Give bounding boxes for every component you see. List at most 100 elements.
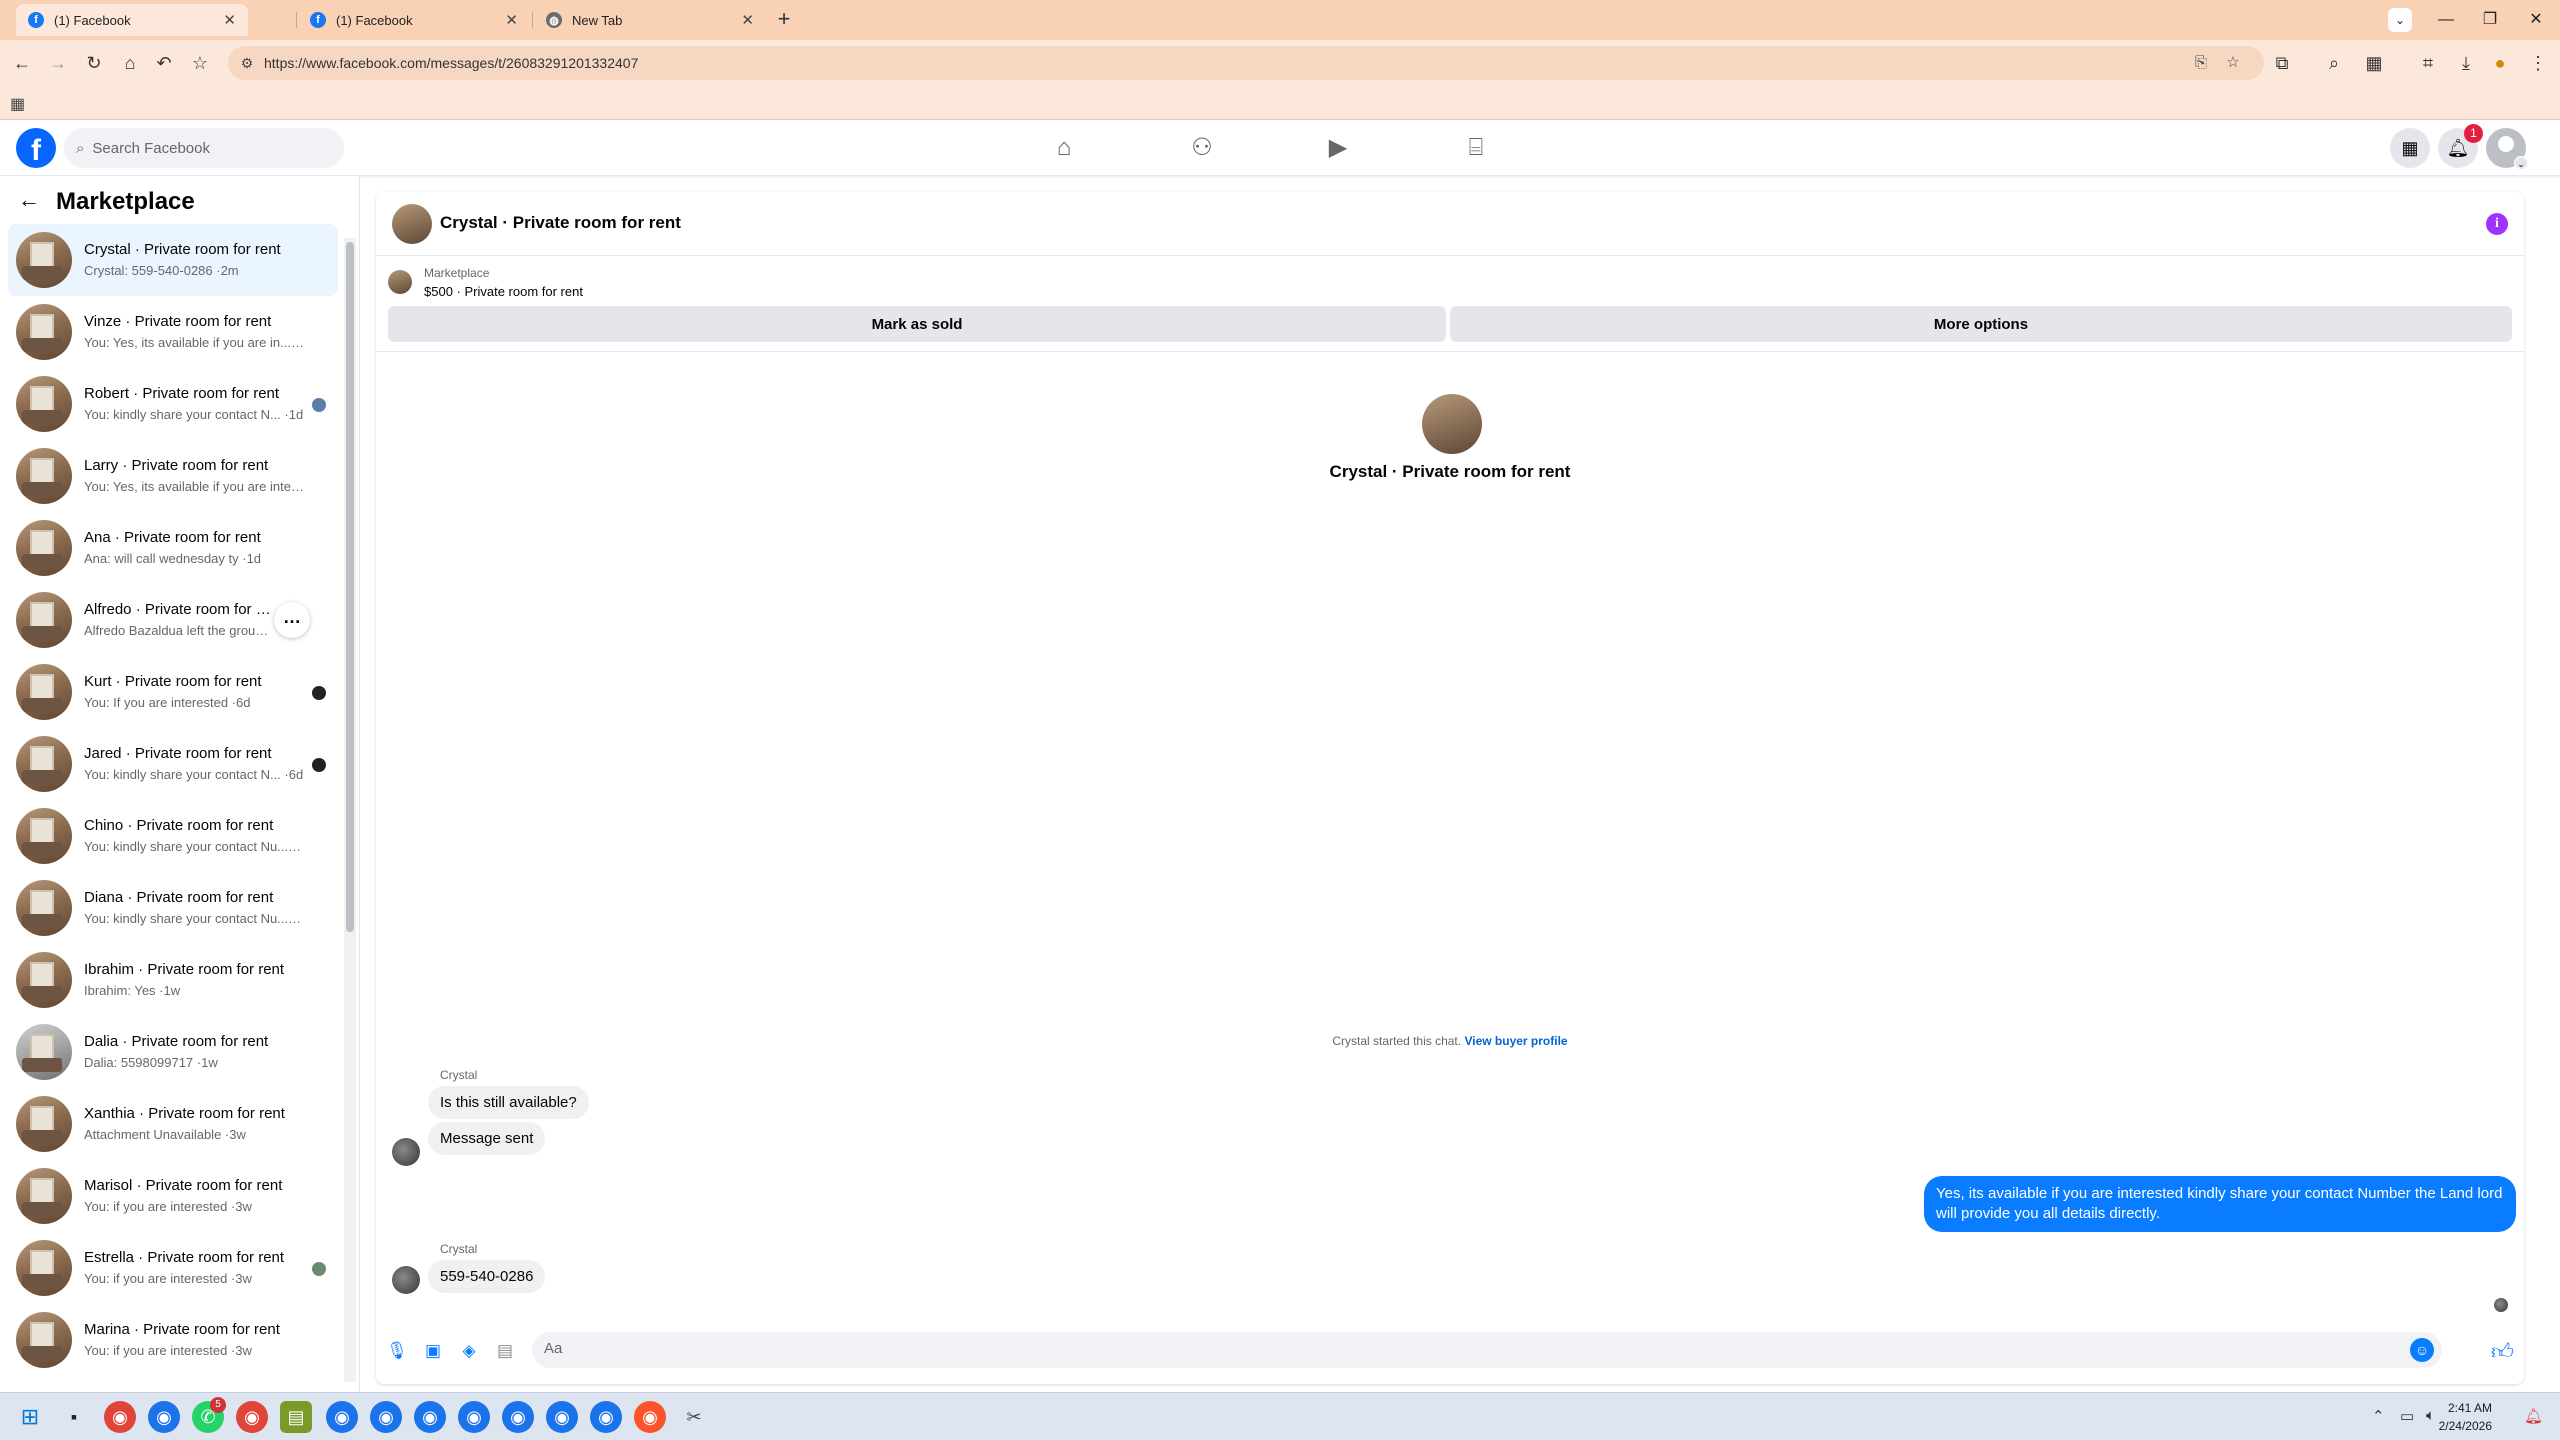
facebook-logo-icon[interactable]: f [16,128,56,168]
home-nav-icon[interactable]: ⌂ [1044,128,1084,168]
conversation-item[interactable]: Larry · Private room for rent You: Yes, i… [8,440,338,512]
more-options-icon[interactable]: … [274,602,310,638]
conversation-item[interactable]: Xanthia · Private room for rent Attachmen… [8,1088,338,1160]
site-info-icon[interactable]: ⚙ [236,52,258,74]
bookmark-star-icon[interactable]: ☆ [2222,52,2244,74]
zoom-icon[interactable]: ⌕ [2320,49,2348,77]
snipping-tool-icon[interactable]: ✂ [678,1401,710,1433]
forward-icon[interactable]: → [44,49,72,77]
gif-icon[interactable]: ▤ [492,1338,518,1364]
video-nav-icon[interactable]: ▶ [1318,128,1358,168]
message-input[interactable] [544,1340,2394,1357]
home-icon[interactable]: ⌂ [116,49,144,77]
incoming-message[interactable]: Message sent [428,1122,546,1155]
conversation-item[interactable]: Alfredo · Private room for rent Alfredo B… [8,584,338,656]
close-window-icon[interactable]: ✕ [2522,6,2550,34]
browser-tab-new-tab[interactable]: ◍ New Tab ✕ [534,4,766,36]
browser-tab-facebook-2[interactable]: f (1) Facebook ✕ [298,4,530,36]
chevron-down-icon[interactable]: ⌄ [2514,156,2528,170]
back-arrow-icon[interactable]: ← [18,189,40,211]
minimize-icon[interactable]: — [2432,6,2460,34]
volume-icon[interactable]: 🔈︎ [2426,1407,2435,1424]
emoji-icon[interactable]: ☺ [2410,1338,2434,1362]
apps-grid-icon[interactable]: ▦ [10,94,25,114]
view-buyer-profile-link[interactable]: View buyer profile [1464,1034,1567,1048]
conversation-item[interactable]: Diana · Private room for rent You: kindly… [8,872,338,944]
incoming-message[interactable]: 559-540-0286 [428,1260,546,1293]
sender-avatar[interactable] [392,1266,420,1294]
search-input[interactable] [92,139,313,157]
undo-icon[interactable]: ↶ [150,49,178,77]
network-icon[interactable]: ▭ [2400,1407,2414,1425]
chrome-icon[interactable]: ◉ [326,1401,358,1433]
photo-icon[interactable]: ▣ [420,1338,446,1364]
back-icon[interactable]: ← [8,49,36,77]
restore-icon[interactable]: ❐ [2476,6,2504,34]
info-icon[interactable]: i [2486,213,2508,235]
download-icon[interactable]: ⤓ [2452,49,2480,77]
thumbs-up-icon[interactable]: 👍︎ [2491,1338,2514,1365]
chrome-icon[interactable]: ◉ [370,1401,402,1433]
more-options-button[interactable]: More options [1450,306,2512,342]
outgoing-message[interactable]: Yes, its available if you are interested… [1924,1176,2516,1232]
conversation-item[interactable]: Kurt · Private room for rent You: If you … [8,656,338,728]
profile-icon[interactable]: ● [2486,49,2514,77]
friends-nav-icon[interactable]: ⚇ [1182,128,1222,168]
listing-price-title[interactable]: $500 · Private room for rent [424,284,583,299]
conversation-item[interactable]: Crystal · Private room for rent Crystal: … [8,224,338,296]
task-view-icon[interactable]: ▪ [58,1401,90,1433]
system-clock[interactable]: 2:41 AM 2/24/2026 [2439,1399,2492,1435]
chrome-icon[interactable]: ◉ [458,1401,490,1433]
microphone-icon[interactable]: 🎙︎ [384,1338,410,1364]
bookmark-star-icon[interactable]: ☆ [186,49,214,77]
browser-tab-bar: f (1) Facebook ✕ f (1) Facebook ✕ ◍ New … [0,0,2560,40]
sender-avatar[interactable] [392,1138,420,1166]
sidebar-scrollbar-thumb[interactable] [346,242,354,932]
chrome-icon[interactable]: ◉ [502,1401,534,1433]
chrome-profile-icon[interactable]: ◉ [148,1401,180,1433]
menu-grid-icon[interactable]: ▦ [2390,128,2430,168]
marketplace-nav-icon[interactable]: ⌸ [1456,128,1496,168]
chrome-icon[interactable]: ◉ [414,1401,446,1433]
chat-title[interactable]: Crystal · Private room for rent [440,213,681,233]
address-bar[interactable]: ⚙ https://www.facebook.com/messages/t/26… [228,46,2264,80]
windows-start-icon[interactable]: ⊞ [14,1401,46,1433]
menu-icon[interactable]: ⋮ [2524,49,2552,77]
chrome-icon[interactable]: ◉ [104,1401,136,1433]
conversation-item[interactable]: Ibrahim · Private room for rent Ibrahim: … [8,944,338,1016]
conversation-item[interactable]: Estrella · Private room for rent You: if … [8,1232,338,1304]
url-text[interactable]: https://www.facebook.com/messages/t/2608… [264,55,638,71]
sticker-icon[interactable]: ◈ [456,1338,482,1364]
conversation-item[interactable]: Robert · Private room for rent You: kindl… [8,368,338,440]
browser-tab-facebook-1[interactable]: f (1) Facebook ✕ [16,4,248,36]
conversation-item[interactable]: Dalia · Private room for rent Dalia: 5598… [8,1016,338,1088]
notepad-icon[interactable]: ▤ [280,1401,312,1433]
notification-bell-icon[interactable]: 🔔︎ [2524,1407,2543,1425]
mark-as-sold-button[interactable]: Mark as sold [388,306,1446,342]
search-bar[interactable]: ⌕ [64,128,344,168]
incoming-message[interactable]: Is this still available? [428,1086,589,1119]
conversation-item[interactable]: Vinze · Private room for rent You: Yes, i… [8,296,338,368]
conversation-item[interactable]: Jared · Private room for rent You: kindly… [8,728,338,800]
chevron-up-icon[interactable]: ⌃ [2372,1407,2385,1425]
brave-icon[interactable]: ◉ [634,1401,666,1433]
close-tab-icon[interactable]: ✕ [505,11,518,29]
new-tab-button[interactable]: + [772,8,796,32]
grid-icon[interactable]: ▦ [2360,49,2388,77]
crop-icon[interactable]: ⌗ [2414,49,2442,77]
tab-search-chevron-icon[interactable]: ⌄ [2388,8,2412,32]
conversation-item[interactable]: Marina · Private room for rent You: if yo… [8,1304,338,1376]
extensions-icon[interactable]: ⧉ [2268,49,2296,77]
install-app-icon[interactable]: ⎘ [2190,52,2212,74]
close-tab-icon[interactable]: ✕ [741,11,754,29]
chrome-icon[interactable]: ◉ [590,1401,622,1433]
close-tab-icon[interactable]: ✕ [223,11,236,29]
chrome-icon[interactable]: ◉ [546,1401,578,1433]
reload-icon[interactable]: ↻ [80,49,108,77]
listing-avatar[interactable] [392,204,432,244]
chrome-icon[interactable]: ◉ [236,1401,268,1433]
conversation-title: Alfredo · Private room for rent [84,601,274,618]
conversation-item[interactable]: Chino · Private room for rent You: kindly… [8,800,338,872]
conversation-item[interactable]: Ana · Private room for rent Ana: will cal… [8,512,338,584]
conversation-item[interactable]: Marisol · Private room for rent You: if y… [8,1160,338,1232]
